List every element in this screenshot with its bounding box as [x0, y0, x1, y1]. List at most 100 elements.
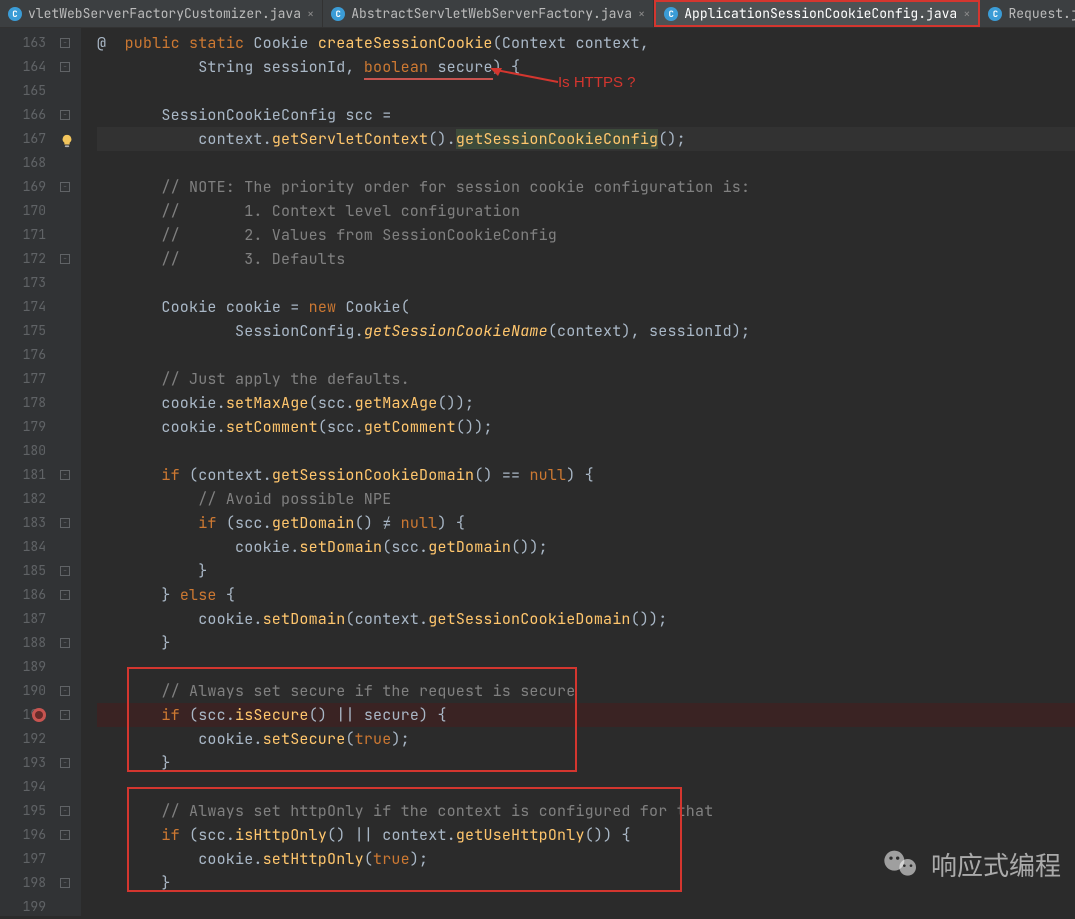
intention-bulb-icon[interactable]	[60, 132, 74, 146]
code-line[interactable]: Cookie cookie = new Cookie(	[97, 295, 1075, 319]
code-line[interactable]: cookie.setSecure(true);	[97, 727, 1075, 751]
code-line[interactable]: }	[97, 559, 1075, 583]
editor-tab[interactable]: CvletWebServerFactoryCustomizer.java×	[0, 0, 323, 27]
line-number[interactable]: 192	[0, 727, 56, 751]
close-icon[interactable]: ×	[963, 6, 970, 22]
tab-label: AbstractServletWebServerFactory.java	[351, 5, 632, 22]
line-number[interactable]: 174	[0, 295, 56, 319]
line-number[interactable]: 172	[0, 247, 56, 271]
code-line[interactable]: cookie.setDomain(context.getSessionCooki…	[97, 607, 1075, 631]
line-number[interactable]: 179	[0, 415, 56, 439]
fold-handle-icon[interactable]: -	[60, 62, 70, 72]
fold-handle-icon[interactable]: -	[60, 758, 70, 768]
code-line[interactable]	[97, 343, 1075, 367]
fold-handle-icon[interactable]: -	[60, 38, 70, 48]
fold-handle-icon[interactable]: -	[60, 470, 70, 480]
fold-handle-icon[interactable]: -	[60, 638, 70, 648]
code-line[interactable]: // Avoid possible NPE	[97, 487, 1075, 511]
code-line[interactable]: @ public static Cookie createSessionCook…	[97, 31, 1075, 55]
line-number[interactable]: 196	[0, 823, 56, 847]
line-number[interactable]: 186	[0, 583, 56, 607]
code-line[interactable]: if (scc.isSecure() || secure) {	[97, 703, 1075, 727]
line-number[interactable]: 195	[0, 799, 56, 823]
code-line[interactable]	[97, 79, 1075, 103]
line-number[interactable]: 191	[0, 703, 56, 727]
line-number[interactable]: 189	[0, 655, 56, 679]
line-number[interactable]: 166	[0, 103, 56, 127]
fold-handle-icon[interactable]: -	[60, 686, 70, 696]
line-number[interactable]: 173	[0, 271, 56, 295]
line-number[interactable]: 184	[0, 535, 56, 559]
code-line[interactable]	[97, 151, 1075, 175]
code-line[interactable]	[97, 439, 1075, 463]
line-number[interactable]: 177	[0, 367, 56, 391]
editor-tab[interactable]: CAbstractServletWebServerFactory.java×	[323, 0, 654, 27]
code-line[interactable]: if (context.getSessionCookieDomain() == …	[97, 463, 1075, 487]
line-number[interactable]: 199	[0, 895, 56, 919]
code-line[interactable]: // NOTE: The priority order for session …	[97, 175, 1075, 199]
line-number[interactable]: 180	[0, 439, 56, 463]
fold-handle-icon[interactable]: -	[60, 254, 70, 264]
fold-handle-icon[interactable]: -	[60, 566, 70, 576]
line-number[interactable]: 170	[0, 199, 56, 223]
code-line[interactable]: // Always set secure if the request is s…	[97, 679, 1075, 703]
fold-handle-icon[interactable]: -	[60, 110, 70, 120]
code-line[interactable]	[97, 655, 1075, 679]
line-number[interactable]: 167	[0, 127, 56, 151]
line-number[interactable]: 182	[0, 487, 56, 511]
line-number[interactable]: 188	[0, 631, 56, 655]
code-line[interactable]: cookie.setComment(scc.getComment());	[97, 415, 1075, 439]
editor-tab[interactable]: CApplicationSessionCookieConfig.java×	[654, 0, 980, 27]
fold-handle-icon[interactable]: -	[60, 830, 70, 840]
fold-handle-icon[interactable]: -	[60, 590, 70, 600]
code-area[interactable]: @ public static Cookie createSessionCook…	[81, 28, 1075, 916]
line-number[interactable]: 175	[0, 319, 56, 343]
code-line[interactable]: // 3. Defaults	[97, 247, 1075, 271]
line-number[interactable]: 197	[0, 847, 56, 871]
line-number[interactable]: 198	[0, 871, 56, 895]
line-number[interactable]: 190	[0, 679, 56, 703]
breakpoint-icon[interactable]	[32, 708, 46, 722]
line-number[interactable]: 194	[0, 775, 56, 799]
code-line[interactable]	[97, 271, 1075, 295]
line-number[interactable]: 178	[0, 391, 56, 415]
line-number[interactable]: 164	[0, 55, 56, 79]
code-line[interactable]: context.getServletContext().getSessionCo…	[97, 127, 1075, 151]
line-number[interactable]: 176	[0, 343, 56, 367]
fold-handle-icon[interactable]: -	[60, 710, 70, 720]
code-line[interactable]: cookie.setMaxAge(scc.getMaxAge());	[97, 391, 1075, 415]
code-line[interactable]: SessionConfig.getSessionCookieName(conte…	[97, 319, 1075, 343]
code-line[interactable]: // 1. Context level configuration	[97, 199, 1075, 223]
gutter-mark-cell: -	[56, 175, 81, 199]
line-number[interactable]: 185	[0, 559, 56, 583]
line-number[interactable]: 171	[0, 223, 56, 247]
code-line[interactable]: if (scc.getDomain() ≠ null) {	[97, 511, 1075, 535]
line-number[interactable]: 187	[0, 607, 56, 631]
fold-handle-icon[interactable]: -	[60, 878, 70, 888]
line-number[interactable]: 183	[0, 511, 56, 535]
line-number[interactable]: 181	[0, 463, 56, 487]
code-editor[interactable]: 1631641651661671681691701711721731741751…	[0, 28, 1075, 916]
code-line[interactable]	[97, 895, 1075, 919]
editor-tab[interactable]: CRequest.ja	[980, 0, 1075, 27]
close-icon[interactable]: ×	[307, 6, 314, 22]
line-number[interactable]: 165	[0, 79, 56, 103]
close-icon[interactable]: ×	[638, 6, 645, 22]
fold-handle-icon[interactable]: -	[60, 518, 70, 528]
code-line[interactable]: // 2. Values from SessionCookieConfig	[97, 223, 1075, 247]
line-number[interactable]: 169	[0, 175, 56, 199]
fold-handle-icon[interactable]: -	[60, 182, 70, 192]
code-line[interactable]: // Just apply the defaults.	[97, 367, 1075, 391]
fold-handle-icon[interactable]: -	[60, 806, 70, 816]
code-line[interactable]: cookie.setDomain(scc.getDomain());	[97, 535, 1075, 559]
line-number[interactable]: 168	[0, 151, 56, 175]
code-line[interactable]: // Always set httpOnly if the context is…	[97, 799, 1075, 823]
line-number[interactable]: 193	[0, 751, 56, 775]
code-line[interactable]: }	[97, 631, 1075, 655]
code-line[interactable]: String sessionId, boolean secure) {	[97, 55, 1075, 79]
code-line[interactable]	[97, 775, 1075, 799]
code-line[interactable]: } else {	[97, 583, 1075, 607]
code-line[interactable]: }	[97, 751, 1075, 775]
line-number[interactable]: 163	[0, 31, 56, 55]
code-line[interactable]: SessionCookieConfig scc =	[97, 103, 1075, 127]
